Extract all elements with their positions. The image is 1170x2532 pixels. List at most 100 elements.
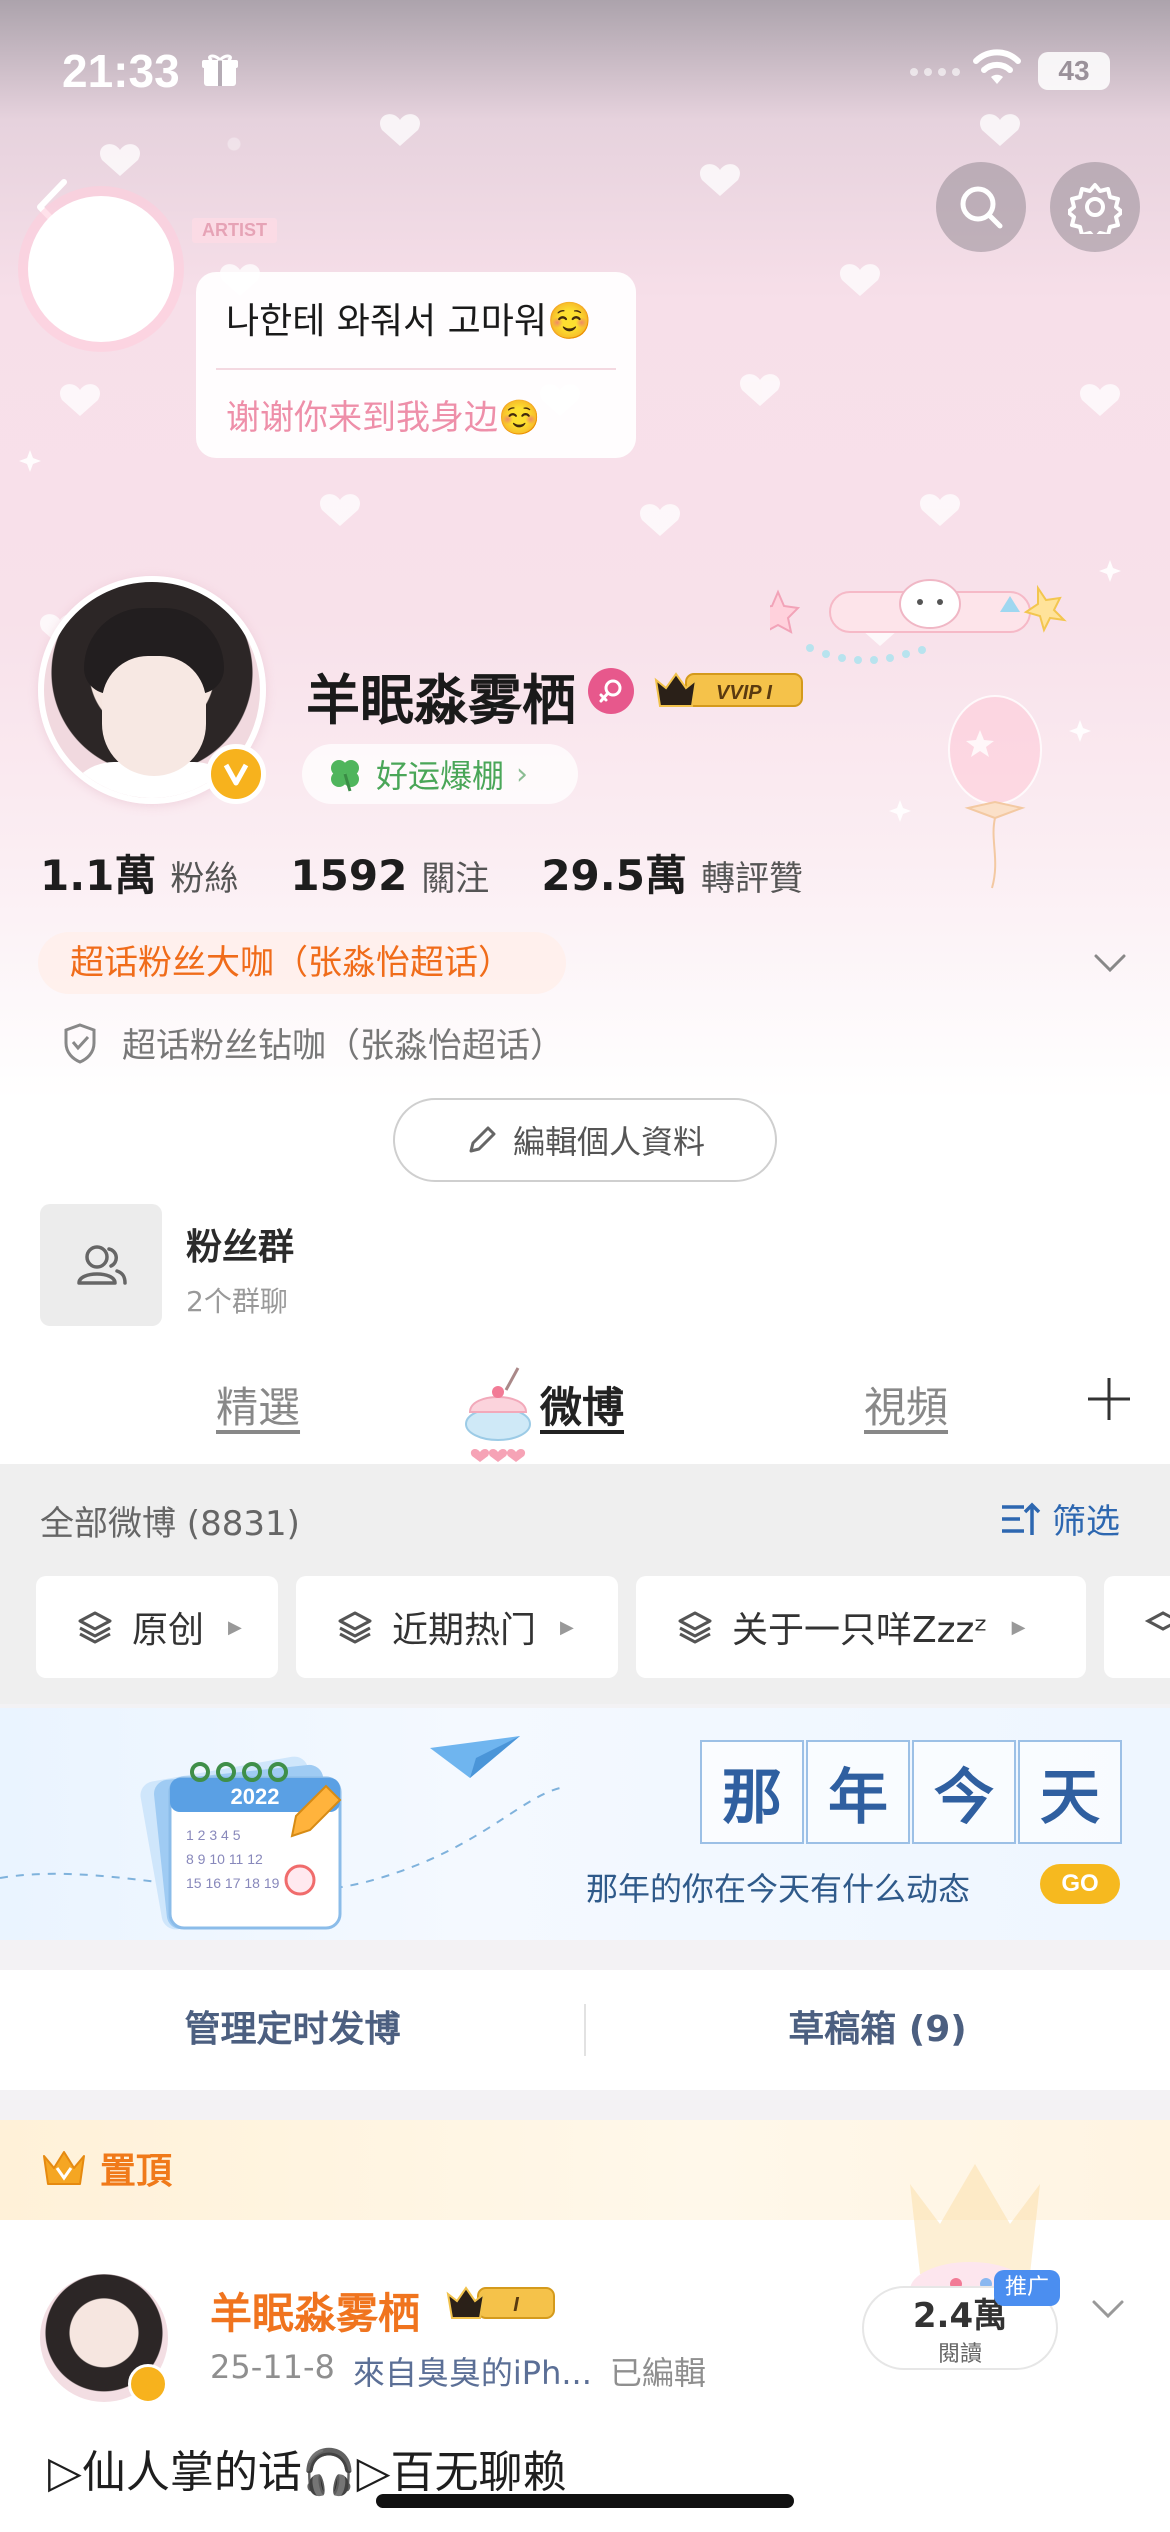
vip-badge-icon[interactable]: I xyxy=(444,2282,560,2324)
chip-label: 关于一只咩Zzzᶻ xyxy=(732,1610,988,1651)
memory-banner[interactable]: 2022 1 2 3 4 5 8 9 10 11 12 15 16 17 18 19… xyxy=(0,1708,1170,1940)
stat-value: 1592 xyxy=(290,851,408,900)
banner-char: 今 xyxy=(912,1740,1016,1844)
caret-right-icon: ▶ xyxy=(560,1616,574,1638)
verified-badge-icon xyxy=(128,2364,168,2404)
stat-label: 轉評贊 xyxy=(700,859,803,899)
fan-group-icon[interactable] xyxy=(40,1204,162,1326)
chip-label: 原创 xyxy=(132,1610,205,1651)
shield-icon xyxy=(64,1022,96,1064)
signal-icon xyxy=(910,68,960,76)
tab-featured[interactable]: 精選 xyxy=(216,1374,300,1435)
stat-label: 粉絲 xyxy=(170,859,239,899)
avatar-face xyxy=(102,656,206,776)
lucky-tag-label: 好运爆棚 xyxy=(376,757,505,795)
home-indicator[interactable] xyxy=(376,2494,794,2508)
search-icon xyxy=(960,186,1003,229)
reads-label: 閱讀 xyxy=(937,2342,982,2367)
caret-right-icon: ▶ xyxy=(228,1616,242,1638)
cover-message-card: 나한테 와줘서 고마워☺️ 谢谢你来到我身边☺️ xyxy=(196,272,636,458)
all-weibo-count: 全部微博 (8831) xyxy=(40,1504,300,1544)
crown-icon xyxy=(43,2151,85,2185)
banner-char: 天 xyxy=(1018,1740,1122,1844)
fan-title-secondary[interactable]: 超话粉丝钻咖（张淼怡超话） xyxy=(60,1018,564,1067)
chevron-down-icon[interactable] xyxy=(1088,2292,1128,2326)
edit-profile-button[interactable]: 編輯個人資料 xyxy=(393,1098,777,1182)
banner-char: 年 xyxy=(806,1740,910,1844)
post-date: 25-11-8 xyxy=(210,2348,335,2386)
cover-message-chinese: 谢谢你来到我身边☺️ xyxy=(226,398,541,438)
settings-button[interactable] xyxy=(1050,162,1140,252)
cover-divider xyxy=(216,368,616,370)
stat-interactions[interactable]: 29.5萬 轉評贊 xyxy=(541,842,803,903)
layers-icon xyxy=(678,1611,712,1644)
clover-icon xyxy=(331,760,359,792)
pinned-post[interactable]: 置頂 羊眠淼雾栖 I 25-11-8 來自臭臭的iPh... 已編輯 2.4萬 … xyxy=(0,2120,1170,2532)
gear-icon xyxy=(1068,183,1122,234)
svg-text:1 2 3 4 5: 1 2 3 4 5 xyxy=(186,1827,241,1843)
layers-icon xyxy=(338,1611,372,1644)
chevron-right-icon: › xyxy=(516,756,529,792)
pencil-icon xyxy=(469,1126,496,1153)
artist-tag: ARTIST xyxy=(192,218,277,243)
stat-following[interactable]: 1592 關注 xyxy=(290,851,489,900)
banner-subtitle: 那年的你在今天有什么动态 xyxy=(586,1870,971,1908)
feed-filter-area: 全部微博 (8831) 筛选 原创 ▶ 近期热门 ▶ 关于一只咩Zzzᶻ ▶ xyxy=(0,1464,1170,1704)
banner-char: 那 xyxy=(700,1740,804,1844)
post-edited: 已編輯 xyxy=(609,2354,706,2392)
fan-title-tag[interactable]: 超话粉丝大咖（张淼怡超话） xyxy=(38,932,566,994)
layers-icon xyxy=(1144,1611,1170,1631)
chevron-down-icon[interactable] xyxy=(1090,946,1130,980)
bear-sticker-decoration xyxy=(770,579,1067,664)
cake-icon xyxy=(465,1367,531,1462)
fan-group-title[interactable]: 粉丝群 xyxy=(186,1218,294,1270)
filter-icon xyxy=(1002,1502,1041,1535)
manage-row: 管理定时发博 草稿箱 (9) xyxy=(0,1970,1170,2090)
pinned-label: 置頂 xyxy=(100,2151,173,2192)
chip-collection[interactable]: 关于一只咩Zzzᶻ ▶ xyxy=(636,1576,1086,1678)
banner-go-button[interactable]: GO xyxy=(1040,1864,1120,1904)
wifi-icon xyxy=(973,49,1021,84)
vip-badge-icon[interactable]: VVIP I xyxy=(650,668,810,712)
stat-value: 1.1萬 xyxy=(40,851,157,900)
verified-badge-icon xyxy=(206,744,266,804)
caret-right-icon: ▶ xyxy=(1011,1616,1026,1638)
tab-weibo[interactable]: 微博 xyxy=(540,1374,624,1435)
gift-icon xyxy=(202,54,238,86)
svg-text:15 16 17 18 19: 15 16 17 18 19 xyxy=(186,1875,280,1891)
promote-tag[interactable]: 推广 xyxy=(994,2270,1060,2306)
status-time: 21:33 xyxy=(62,45,180,97)
group-icon xyxy=(77,1245,127,1285)
battery-icon: 43 xyxy=(1038,52,1110,90)
lucky-tag[interactable]: 好运爆棚 › xyxy=(302,744,578,804)
filter-label: 筛选 xyxy=(1052,1502,1120,1542)
post-meta: 25-11-8 來自臭臭的iPh... 已編輯 xyxy=(210,2348,706,2394)
scheduled-posts-button[interactable]: 管理定时发博 xyxy=(0,1970,585,2090)
chip-original[interactable]: 原创 ▶ xyxy=(36,1576,278,1678)
tab-video[interactable]: 視頻 xyxy=(864,1374,948,1435)
cover-message-korean: 나한테 와줘서 고마워☺️ xyxy=(226,301,592,342)
chip-label: 近期热门 xyxy=(392,1610,537,1651)
fan-title-secondary-label: 超话粉丝钻咖（张淼怡超话） xyxy=(122,1026,564,1066)
plus-icon[interactable] xyxy=(1084,1374,1134,1424)
svg-text:8 9 10 11 12: 8 9 10 11 12 xyxy=(186,1851,263,1867)
drafts-button[interactable]: 草稿箱 (9) xyxy=(585,1970,1170,2090)
fan-group-subtitle: 2个群聊 xyxy=(186,1285,288,1318)
post-text: ▷仙人掌的话🎧▷百无聊赖 xyxy=(48,2447,567,2498)
profile-tabs: 精選 微博 視頻 xyxy=(0,1350,1170,1464)
profile-name: 羊眠淼雾栖 xyxy=(306,669,576,732)
search-button[interactable] xyxy=(936,162,1026,252)
layers-icon xyxy=(78,1611,112,1644)
stat-followers[interactable]: 1.1萬 粉絲 xyxy=(40,842,238,903)
chip-more[interactable] xyxy=(1104,1576,1170,1678)
post-source[interactable]: 來自臭臭的iPh... xyxy=(353,2348,592,2394)
chip-recent-hot[interactable]: 近期热门 ▶ xyxy=(296,1576,618,1678)
calendar-year: 2022 xyxy=(231,1784,280,1809)
filter-button[interactable]: 筛选 xyxy=(1000,1494,1120,1543)
edit-profile-label: 編輯個人資料 xyxy=(512,1123,705,1161)
female-icon xyxy=(588,668,634,714)
stat-value: 29.5萬 xyxy=(541,851,687,900)
profile-stats: 1.1萬 粉絲 1592 關注 29.5萬 轉評贊 xyxy=(40,842,855,903)
vip-badge-label: VVIP I xyxy=(716,682,772,704)
post-author-name[interactable]: 羊眠淼雾栖 xyxy=(210,2280,420,2341)
